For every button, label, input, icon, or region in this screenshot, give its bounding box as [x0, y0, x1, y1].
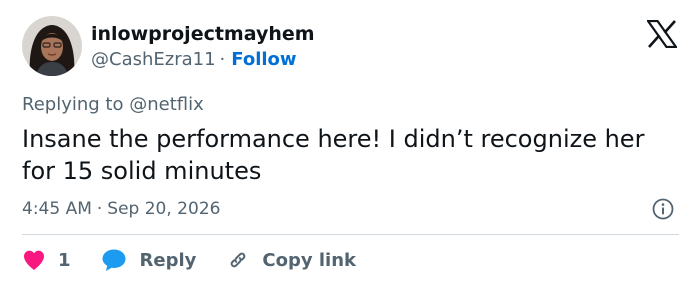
tweet-time: 4:45 AM	[22, 199, 92, 219]
x-logo-icon[interactable]	[645, 19, 679, 49]
reply-context-mention[interactable]: @netflix	[129, 94, 204, 115]
action-bar: 1 Reply Copy link	[22, 246, 356, 274]
follow-button[interactable]: Follow	[231, 49, 296, 70]
reply-label: Reply	[139, 249, 197, 271]
reply-context: Replying to @netflix	[22, 93, 204, 117]
author-display-name[interactable]: inlowprojectmayhem	[91, 22, 315, 46]
copy-link-label: Copy link	[262, 249, 356, 271]
like-count: 1	[58, 249, 71, 271]
speech-bubble-icon	[102, 249, 126, 271]
tweet-timestamp[interactable]: 4:45 AM · Sep 20, 2026	[22, 197, 220, 221]
tweet-date: Sep 20, 2026	[107, 199, 221, 219]
divider	[22, 234, 679, 235]
reply-context-prefix: Replying to	[22, 94, 124, 115]
tweet-text: Insane the performance here! I didn’t re…	[22, 125, 645, 185]
avatar-photo	[22, 16, 82, 76]
reply-button[interactable]: Reply	[101, 248, 197, 272]
tweet-card: inlowprojectmayhem @CashEzra11 · Follow Re…	[0, 0, 700, 287]
handle-separator: ·	[219, 49, 226, 70]
author-handle-row: @CashEzra11 · Follow	[91, 48, 297, 72]
like-button[interactable]: 1	[22, 249, 71, 271]
author-handle[interactable]: @CashEzra11	[91, 49, 216, 70]
heart-icon	[24, 250, 44, 270]
info-icon[interactable]	[651, 197, 675, 221]
copy-link-button[interactable]: Copy link	[226, 248, 356, 272]
link-icon	[231, 252, 246, 268]
timestamp-separator: ·	[96, 199, 103, 219]
avatar[interactable]	[22, 16, 82, 76]
